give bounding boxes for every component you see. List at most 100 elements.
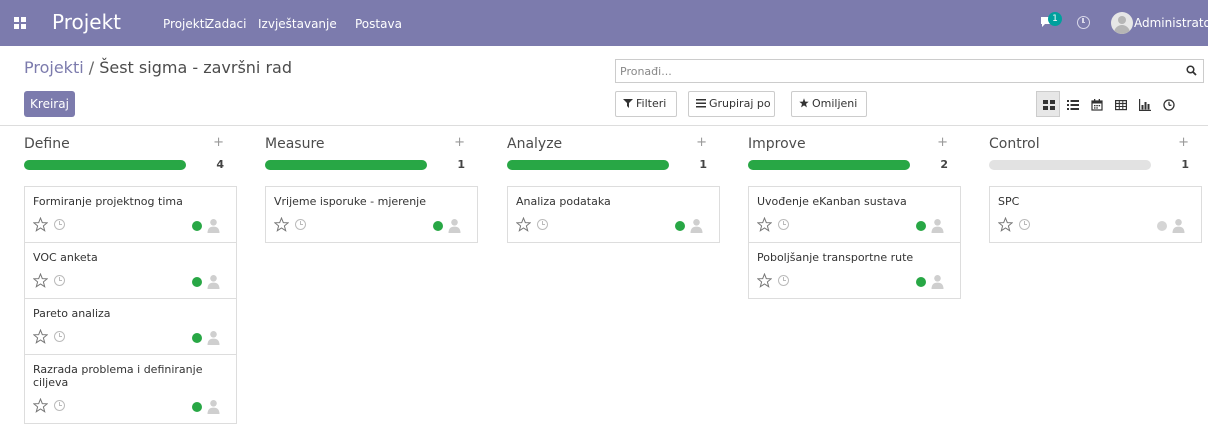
menu-zadaci[interactable]: Zadaci <box>206 17 246 31</box>
list-view-button[interactable] <box>1060 91 1084 117</box>
add-task-button[interactable]: + <box>696 135 707 150</box>
column-title[interactable]: Measure <box>265 136 325 152</box>
group-by-button[interactable]: Grupiraj po <box>688 91 775 117</box>
task-card[interactable]: Analiza podataka <box>507 186 720 243</box>
assignee-avatar-icon[interactable] <box>931 274 944 289</box>
column-cards: SPC <box>989 186 1202 243</box>
column-title[interactable]: Define <box>24 136 70 152</box>
activity-clock-icon[interactable] <box>54 219 65 230</box>
search-input[interactable] <box>620 63 1160 79</box>
group-by-label: Grupiraj po <box>709 97 771 110</box>
top-navbar: Projekt Projekti Zadaci Izvještavanje Po… <box>0 0 1208 46</box>
assignee-avatar-icon[interactable] <box>1172 218 1185 233</box>
menu-izvjestavanje[interactable]: Izvještavanje <box>258 17 337 31</box>
assignee-avatar-icon[interactable] <box>690 218 703 233</box>
activity-clock-icon[interactable] <box>778 275 789 286</box>
task-card[interactable]: Uvođenje eKanban sustava <box>748 186 961 243</box>
kanban-state-dot[interactable] <box>916 221 926 231</box>
favorite-star-icon[interactable] <box>516 217 531 232</box>
message-count-badge: 1 <box>1048 12 1062 26</box>
kanban-state-dot[interactable] <box>675 221 685 231</box>
progress-fill <box>265 160 427 170</box>
card-footer <box>33 272 228 292</box>
create-button[interactable]: Kreiraj <box>24 91 75 117</box>
menu-postava[interactable]: Postava <box>355 17 402 31</box>
add-task-button[interactable]: + <box>1178 135 1189 150</box>
kanban-state-dot[interactable] <box>1157 221 1167 231</box>
kanban-state-dot[interactable] <box>192 221 202 231</box>
task-card[interactable]: Pareto analiza <box>24 298 237 355</box>
column-count: 2 <box>940 158 948 171</box>
kanban-view-button[interactable] <box>1036 91 1060 117</box>
favorite-star-icon[interactable] <box>274 217 289 232</box>
kanban-state-dot[interactable] <box>192 402 202 412</box>
activity-clock-icon[interactable] <box>54 331 65 342</box>
card-footer <box>998 216 1193 236</box>
activity-clock-icon[interactable] <box>537 219 548 230</box>
activity-clock-icon[interactable] <box>1077 16 1090 29</box>
favorite-star-icon[interactable] <box>33 217 48 232</box>
add-task-button[interactable]: + <box>937 135 948 150</box>
column-progress-bar[interactable] <box>507 160 669 170</box>
activity-clock-icon[interactable] <box>1019 219 1030 230</box>
task-card[interactable]: Razrada problema i definiranje ciljeva <box>24 354 237 424</box>
filters-button[interactable]: Filteri <box>615 91 677 117</box>
column-title[interactable]: Control <box>989 136 1040 152</box>
task-card[interactable]: Poboljšanje transportne rute <box>748 242 961 299</box>
task-title: VOC anketa <box>33 251 98 264</box>
kanban-state-dot[interactable] <box>433 221 443 231</box>
favorite-star-icon[interactable] <box>33 398 48 413</box>
assignee-avatar-icon[interactable] <box>931 218 944 233</box>
favorite-star-icon[interactable] <box>757 217 772 232</box>
task-title: Uvođenje eKanban sustava <box>757 195 907 208</box>
menu-projekti[interactable]: Projekti <box>163 17 208 31</box>
assignee-avatar-icon[interactable] <box>207 399 220 414</box>
kanban-column-4: Control +1 SPC <box>979 126 1202 432</box>
assignee-avatar-icon[interactable] <box>207 330 220 345</box>
pivot-view-button[interactable] <box>1108 91 1132 117</box>
task-card[interactable]: SPC <box>989 186 1202 243</box>
column-count: 1 <box>457 158 465 171</box>
calendar-view-button[interactable] <box>1084 91 1108 117</box>
add-task-button[interactable]: + <box>213 135 224 150</box>
favorite-star-icon[interactable] <box>33 329 48 344</box>
progress-fill <box>24 160 186 170</box>
apps-menu-icon[interactable] <box>14 17 26 29</box>
task-card[interactable]: Vrijeme isporuke - mjerenje <box>265 186 478 243</box>
activity-view-button[interactable] <box>1156 91 1180 117</box>
kanban-state-dot[interactable] <box>916 277 926 287</box>
graph-view-button[interactable] <box>1132 91 1156 117</box>
column-title[interactable]: Improve <box>748 136 806 152</box>
column-progress-bar[interactable] <box>748 160 910 170</box>
favorite-star-icon[interactable] <box>998 217 1013 232</box>
task-card[interactable]: VOC anketa <box>24 242 237 299</box>
column-progress-bar[interactable] <box>24 160 186 170</box>
assignee-avatar-icon[interactable] <box>448 218 461 233</box>
user-avatar[interactable] <box>1111 12 1133 34</box>
favorite-star-icon[interactable] <box>33 273 48 288</box>
column-progress-bar[interactable] <box>265 160 427 170</box>
search-icon[interactable] <box>1186 65 1197 76</box>
column-count: 1 <box>699 158 707 171</box>
kanban-state-dot[interactable] <box>192 333 202 343</box>
column-title[interactable]: Analyze <box>507 136 562 152</box>
bar-chart-icon <box>1139 99 1151 111</box>
assignee-avatar-icon[interactable] <box>207 218 220 233</box>
activity-clock-icon[interactable] <box>295 219 306 230</box>
favorites-button[interactable]: Omiljeni <box>791 91 867 117</box>
card-footer <box>33 216 228 236</box>
task-card[interactable]: Formiranje projektnog tima <box>24 186 237 243</box>
add-task-button[interactable]: + <box>454 135 465 150</box>
filter-icon <box>623 99 633 108</box>
column-cards: Formiranje projektnog tima VOC anketa Pare… <box>24 186 237 424</box>
activity-clock-icon[interactable] <box>778 219 789 230</box>
app-brand[interactable]: Projekt <box>52 10 121 34</box>
assignee-avatar-icon[interactable] <box>207 274 220 289</box>
kanban-state-dot[interactable] <box>192 277 202 287</box>
user-menu[interactable]: Administrator <box>1134 16 1208 30</box>
breadcrumb-parent-link[interactable]: Projekti <box>24 58 84 77</box>
activity-clock-icon[interactable] <box>54 400 65 411</box>
column-progress-bar[interactable] <box>989 160 1151 170</box>
favorite-star-icon[interactable] <box>757 273 772 288</box>
activity-clock-icon[interactable] <box>54 275 65 286</box>
